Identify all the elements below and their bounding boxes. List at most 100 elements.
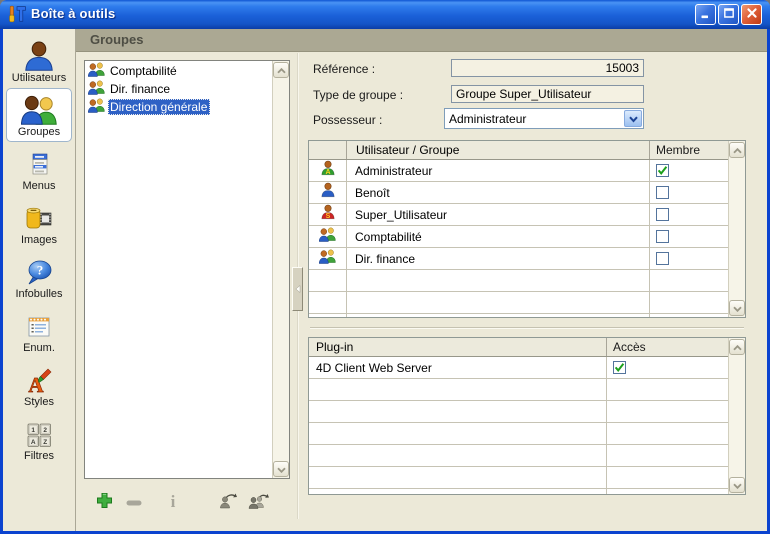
enum-icon	[25, 309, 53, 341]
scroll-up-button[interactable]	[729, 339, 745, 355]
scroll-up-button[interactable]	[273, 62, 289, 78]
group-list-item[interactable]: Dir. finance	[86, 80, 271, 98]
images-icon	[24, 201, 54, 233]
group-small-icon	[88, 80, 105, 98]
sidebar-item-images[interactable]: Images	[6, 196, 72, 250]
close-icon	[746, 6, 758, 24]
empty-row	[309, 292, 730, 314]
empty-row	[309, 270, 730, 292]
toolbox-window: Boîte à outils Utilisateurs Groupes Menu…	[0, 0, 770, 534]
maximize-button[interactable]	[718, 4, 739, 25]
combo-dropdown-button[interactable]	[624, 110, 642, 127]
scroll-down-button[interactable]	[729, 477, 745, 493]
styles-icon: A	[25, 363, 53, 395]
assign-group-button[interactable]	[247, 491, 271, 515]
member-checkbox[interactable]	[656, 252, 669, 265]
plugins-table: Plug-in Accès 4D Client Web Server	[308, 337, 746, 495]
plugins-scrollbar[interactable]	[728, 338, 745, 494]
scroll-down-button[interactable]	[729, 300, 745, 316]
owner-label: Possesseur :	[313, 113, 382, 127]
sidebar-item-menus[interactable]: Menus	[6, 142, 72, 196]
plugins-table-header: Plug-in Accès	[309, 338, 730, 357]
scroll-up-button[interactable]	[729, 142, 745, 158]
svg-text:Z: Z	[43, 439, 47, 446]
owner-combobox[interactable]: Administrateur	[444, 108, 644, 129]
plugins-rows: 4D Client Web Server	[309, 357, 745, 495]
plugin-row[interactable]: 4D Client Web Server	[309, 357, 730, 379]
group-type-label: Type de groupe :	[313, 88, 403, 102]
svg-text:A: A	[31, 439, 36, 446]
member-checkbox[interactable]	[656, 230, 669, 243]
sidebar: Utilisateurs Groupes Menus Images ? Info…	[3, 29, 76, 531]
group-type-field[interactable]: Groupe Super_Utilisateur	[451, 85, 644, 103]
assign-user-icon	[218, 492, 238, 514]
member-row[interactable]: A Administrateur	[309, 160, 730, 182]
owner-combobox-value: Administrateur	[449, 112, 526, 126]
sidebar-item-filtres[interactable]: 12AZ Filtres	[6, 412, 72, 466]
user-blue-icon	[320, 182, 336, 203]
group-list: Comptabilité Dir. finance Direction géné…	[84, 60, 290, 479]
column-header-plugin: Plug-in	[309, 338, 606, 356]
access-checkbox[interactable]	[613, 361, 626, 374]
reference-label: Référence :	[313, 62, 375, 76]
empty-row	[309, 423, 730, 445]
sidebar-item-infobulles[interactable]: ? Infobulles	[6, 250, 72, 304]
splitter-handle[interactable]	[292, 267, 303, 311]
group-small-icon	[319, 249, 336, 269]
minimize-button[interactable]	[695, 4, 716, 25]
svg-text:A: A	[325, 169, 330, 176]
members-rows: A Administrateur Benoît S Super_Utilisat…	[309, 160, 745, 318]
group-small-icon	[319, 227, 336, 247]
member-checkbox[interactable]	[656, 186, 669, 199]
page-title: Groupes	[90, 32, 143, 47]
chevron-up-icon	[733, 338, 742, 356]
column-header-access: Accès	[606, 338, 730, 356]
scroll-down-button[interactable]	[273, 461, 289, 477]
group-list-item[interactable]: Direction générale	[86, 98, 271, 116]
empty-row	[309, 445, 730, 467]
member-checkbox[interactable]	[656, 208, 669, 221]
svg-text:i: i	[171, 492, 176, 510]
remove-icon	[126, 494, 142, 512]
remove-button[interactable]	[122, 491, 146, 515]
chevron-up-icon	[733, 141, 742, 159]
sidebar-item-groupes[interactable]: Groupes	[6, 88, 72, 142]
toolbox-icon	[7, 5, 27, 23]
column-header-user-group: Utilisateur / Groupe	[346, 141, 649, 159]
user-icon	[23, 39, 55, 71]
groups-icon	[21, 93, 57, 125]
members-table-header: Utilisateur / Groupe Membre	[309, 141, 730, 160]
assign-users-icon	[248, 492, 270, 514]
maximize-icon	[723, 6, 735, 24]
chevron-down-icon	[733, 299, 742, 317]
titlebar[interactable]: Boîte à outils	[0, 0, 770, 29]
close-button[interactable]	[741, 4, 762, 25]
group-small-icon	[88, 98, 105, 116]
empty-row	[309, 314, 730, 318]
group-small-icon	[88, 62, 105, 80]
member-row[interactable]: Benoît	[309, 182, 730, 204]
sidebar-item-utilisateurs[interactable]: Utilisateurs	[6, 34, 72, 88]
combo-arrow-icon	[629, 112, 638, 126]
window-controls	[695, 4, 762, 25]
member-checkbox[interactable]	[656, 164, 669, 177]
horizontal-divider[interactable]	[310, 327, 744, 329]
info-button[interactable]: i	[161, 491, 185, 515]
assign-user-button[interactable]	[216, 491, 240, 515]
chevron-up-icon	[277, 61, 286, 79]
member-row[interactable]: Dir. finance	[309, 248, 730, 270]
member-row[interactable]: Comptabilité	[309, 226, 730, 248]
members-scrollbar[interactable]	[728, 141, 745, 317]
sidebar-item-styles[interactable]: A Styles	[6, 358, 72, 412]
page-header: Groupes	[76, 29, 767, 52]
reference-field[interactable]: 15003	[451, 59, 644, 77]
sidebar-item-enum[interactable]: Enum.	[6, 304, 72, 358]
member-row[interactable]: S Super_Utilisateur	[309, 204, 730, 226]
splitter-arrow-icon	[295, 280, 301, 298]
group-list-item[interactable]: Comptabilité	[86, 62, 271, 80]
group-list-scrollbar[interactable]	[272, 61, 289, 478]
members-table: Utilisateur / Groupe Membre A Administra…	[308, 140, 746, 318]
group-list-items: Comptabilité Dir. finance Direction géné…	[86, 62, 271, 116]
add-button[interactable]	[92, 491, 116, 515]
info-icon: i	[168, 492, 178, 515]
